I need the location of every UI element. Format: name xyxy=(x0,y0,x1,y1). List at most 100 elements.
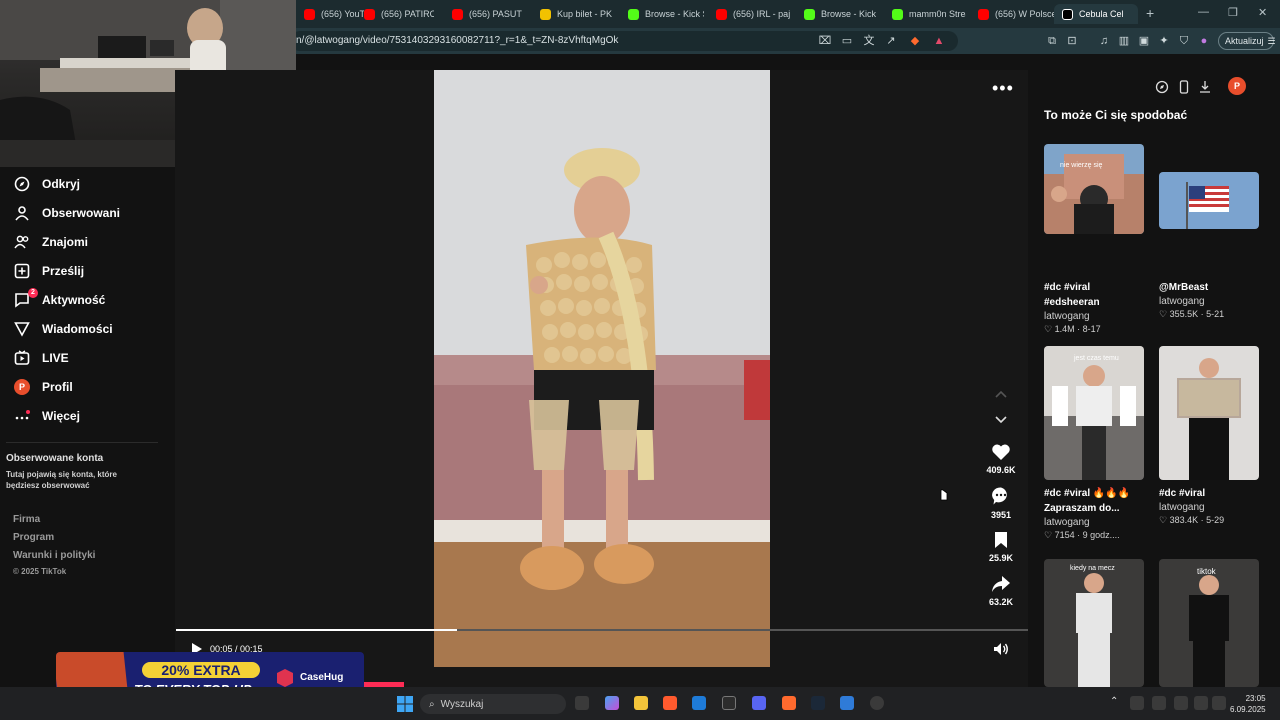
microphone-icon[interactable] xyxy=(1174,696,1188,710)
app-icon[interactable] xyxy=(870,696,884,710)
browser-tab[interactable]: Browse - Kick S xyxy=(620,4,704,24)
explore-icon[interactable] xyxy=(1155,80,1169,94)
video-card[interactable]: nie wierzę się #dc #viral #edsheeran lat… xyxy=(1044,144,1144,335)
edge-icon[interactable] xyxy=(840,696,854,710)
video-card[interactable]: tiktok xyxy=(1159,559,1259,687)
terminal-icon[interactable] xyxy=(722,696,736,710)
user-avatar[interactable]: P xyxy=(1228,77,1246,95)
close-window-icon[interactable]: ✕ xyxy=(1258,6,1267,19)
brave-browser-icon[interactable] xyxy=(663,696,677,710)
leo-ai-icon[interactable]: ✦ xyxy=(1157,34,1171,48)
reader-mode-icon[interactable]: ⌧ xyxy=(818,34,832,48)
card-title: #dc #viral #edsheeran xyxy=(1044,282,1100,308)
chevron-up-tray-icon[interactable]: ⌃ xyxy=(1110,696,1118,707)
onedrive-icon[interactable] xyxy=(1152,696,1166,710)
chevron-up-icon[interactable] xyxy=(995,390,1007,398)
vpn-icon[interactable]: ⛉ xyxy=(1177,34,1191,48)
sidebar-item-friends[interactable]: Znajomi xyxy=(14,234,88,250)
browser-tab[interactable]: Browse - Kick S xyxy=(796,4,878,24)
extensions-icon[interactable]: ⧉ xyxy=(1045,34,1059,48)
brave-rewards-icon[interactable]: ▲ xyxy=(932,34,946,48)
new-tab-button[interactable]: + xyxy=(1146,5,1154,21)
sidebar-item-upload[interactable]: Prześlij xyxy=(14,263,84,279)
video-card[interactable]: kiedy na mecz xyxy=(1044,559,1144,687)
card-author[interactable]: latwogang xyxy=(1159,296,1259,307)
sidebar-divider xyxy=(6,442,158,443)
sidebar-item-activity[interactable]: 2 Aktywność xyxy=(14,288,105,308)
sidebar-item-following[interactable]: Obserwowani xyxy=(14,205,120,221)
translate-icon[interactable]: 文 xyxy=(862,34,876,48)
chevron-down-icon[interactable] xyxy=(995,416,1007,424)
sidebar-item-messages[interactable]: Wiadomości xyxy=(14,321,113,337)
mobile-icon[interactable] xyxy=(1177,80,1191,94)
video-card[interactable]: @MrBeast latwogang ♡ 355.5K · 5-21 xyxy=(1159,172,1259,320)
browser-tab[interactable]: Kup bilet - PKP xyxy=(532,4,612,24)
footer-link-company[interactable]: Firma xyxy=(13,514,40,525)
comment-button[interactable]: 3951 xyxy=(981,486,1021,520)
steam-icon[interactable] xyxy=(811,696,825,710)
browser-tab-active[interactable]: Cebula Cel✕ xyxy=(1054,4,1138,24)
users-icon xyxy=(14,234,30,250)
volume-icon[interactable] xyxy=(993,642,1009,656)
sidebar-item-more[interactable]: Więcej xyxy=(14,408,80,424)
youtube-icon xyxy=(978,8,989,20)
video-thumbnail: tiktok xyxy=(1159,559,1259,687)
brave-active-icon[interactable] xyxy=(782,696,796,710)
video-frame xyxy=(434,70,770,667)
footer-link-terms[interactable]: Warunki i polityki xyxy=(13,550,95,561)
brave-shield-icon[interactable]: ◆ xyxy=(908,34,922,48)
cast-icon[interactable]: ▭ xyxy=(840,34,854,48)
search-icon: ⌕ xyxy=(429,698,435,710)
video-progress-bar[interactable] xyxy=(176,629,1028,631)
video-card[interactable]: #dc #viral latwogang ♡ 383.4K · 5-29 xyxy=(1159,346,1259,526)
heart-outline-icon: ♡ xyxy=(1044,324,1053,334)
video-card[interactable]: jest czas temu #dc #viral 🔥🔥🔥 Zapraszam … xyxy=(1044,346,1144,541)
speaker-icon[interactable] xyxy=(1212,696,1226,710)
sidebar-item-profile[interactable]: P Profil xyxy=(14,379,73,395)
file-explorer-icon[interactable] xyxy=(634,696,648,710)
network-icon[interactable] xyxy=(1194,696,1208,710)
browser-tab[interactable]: (656) IRL - paja xyxy=(708,4,790,24)
sidebar-toggle-icon[interactable]: ▥ xyxy=(1117,34,1131,48)
minimize-icon[interactable]: — xyxy=(1198,6,1209,18)
youtube-icon xyxy=(452,8,463,20)
browser-tab[interactable]: (656) YouTube xyxy=(296,4,364,24)
browser-tab[interactable]: (656) W Polsce xyxy=(970,4,1054,24)
card-author[interactable]: latwogang xyxy=(1159,502,1259,513)
browser-tab[interactable]: (656) PASUT PR xyxy=(444,4,524,24)
browser-tab[interactable]: (656) PATIRO G xyxy=(356,4,434,24)
update-button[interactable]: Aktualizuj ☰ xyxy=(1218,32,1276,50)
system-clock[interactable]: 23:05 6.09.2025 xyxy=(1230,693,1266,715)
tray-app-icon[interactable] xyxy=(1130,696,1144,710)
wallet-icon[interactable]: ▣ xyxy=(1137,34,1151,48)
pkp-icon xyxy=(540,8,551,20)
video-progress-fill xyxy=(176,629,458,631)
more-options-icon[interactable]: ••• xyxy=(992,78,1014,99)
browser-tab[interactable]: mamm0n Strea xyxy=(884,4,966,24)
discord-icon[interactable] xyxy=(752,696,766,710)
sidebar-item-discover[interactable]: Odkryj xyxy=(14,176,80,192)
footer-link-program[interactable]: Program xyxy=(13,532,54,543)
restore-icon[interactable]: ❐ xyxy=(1228,6,1238,19)
sidebar-item-live[interactable]: LIVE xyxy=(14,350,69,366)
card-author[interactable]: latwogang xyxy=(1044,517,1144,528)
recommendations-title: To może Ci się spodobać xyxy=(1044,108,1188,122)
more-icon xyxy=(14,408,30,424)
download-icon[interactable] xyxy=(1198,80,1212,94)
card-author[interactable]: latwogang xyxy=(1044,311,1144,322)
profile-icon[interactable]: ● xyxy=(1197,34,1211,48)
store-icon[interactable] xyxy=(692,696,706,710)
address-bar[interactable]: n/@latwogang/video/7531403293160082711?_… xyxy=(290,31,958,51)
like-button[interactable]: 409.6K xyxy=(981,443,1021,475)
windows-start-icon[interactable] xyxy=(397,696,413,712)
video-player[interactable] xyxy=(434,70,770,667)
save-button[interactable]: 25.9K xyxy=(981,531,1021,563)
copilot-icon[interactable] xyxy=(605,696,619,710)
taskbar-search[interactable]: ⌕ Wyszukaj xyxy=(420,694,566,714)
screenshot-icon[interactable]: ⊡ xyxy=(1065,34,1079,48)
music-icon[interactable]: ♫ xyxy=(1097,34,1111,48)
share-icon[interactable]: ↗ xyxy=(884,34,898,48)
task-view-icon[interactable] xyxy=(575,696,589,710)
url-text: n/@latwogang/video/7531403293160082711?_… xyxy=(296,35,619,46)
share-button[interactable]: 63.2K xyxy=(981,575,1021,607)
